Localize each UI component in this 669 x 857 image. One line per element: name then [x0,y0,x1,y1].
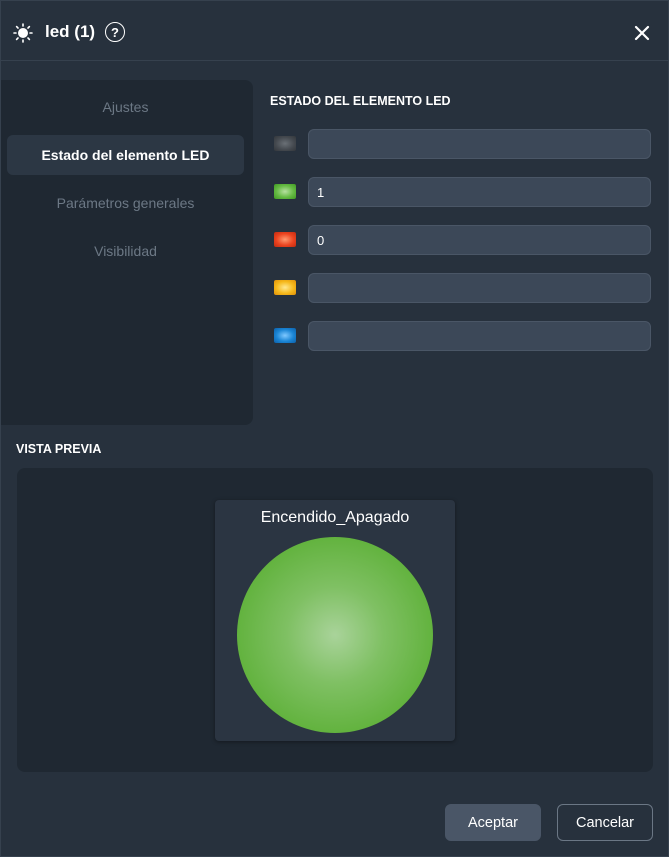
sidebar-item-label: Parámetros generales [56,195,195,211]
cancel-button[interactable]: Cancelar [557,804,653,841]
led-state-title: ESTADO DEL ELEMENTO LED [270,94,451,108]
led-row-green [271,177,651,207]
sidebar-item-visibilidad[interactable]: Visibilidad [7,231,244,271]
led-row-yellow [271,273,651,303]
led-swatch-blue-icon [274,328,296,343]
dialog-header: led (1) ? [1,1,668,61]
help-circle-icon[interactable]: ? [105,22,125,42]
led-value-input-gray[interactable] [308,129,651,159]
led-preview-circle [237,537,433,733]
led-swatch-gray-icon [274,136,296,151]
led-settings-dialog: led (1) ? Ajustes Estado del elemento LE… [0,0,669,857]
close-icon[interactable] [634,25,650,41]
settings-sidebar: Ajustes Estado del elemento LED Parámetr… [1,80,253,425]
led-swatch-yellow-icon [274,280,296,295]
led-value-input-blue[interactable] [308,321,651,351]
led-row-gray [271,129,651,159]
sidebar-item-parametros-generales[interactable]: Parámetros generales [7,183,244,223]
led-swatch-red-icon [274,232,296,247]
sun-icon [13,23,33,43]
sidebar-item-label: Visibilidad [94,243,157,259]
sidebar-item-label: Estado del elemento LED [41,147,210,163]
led-swatch-green-icon [274,184,296,199]
sidebar-item-label: Ajustes [102,99,149,115]
led-value-input-green[interactable] [308,177,651,207]
sidebar-item-ajustes[interactable]: Ajustes [7,87,244,127]
dialog-title: led (1) [45,22,96,41]
led-value-input-yellow[interactable] [308,273,651,303]
led-row-red [271,225,651,255]
preview-title: VISTA PREVIA [16,442,102,456]
sidebar-item-estado-led[interactable]: Estado del elemento LED [7,135,244,175]
led-value-input-red[interactable] [308,225,651,255]
preview-card: Encendido_Apagado [215,500,455,741]
led-row-blue [271,321,651,351]
accept-button[interactable]: Aceptar [445,804,541,841]
preview-label: Encendido_Apagado [260,509,410,526]
